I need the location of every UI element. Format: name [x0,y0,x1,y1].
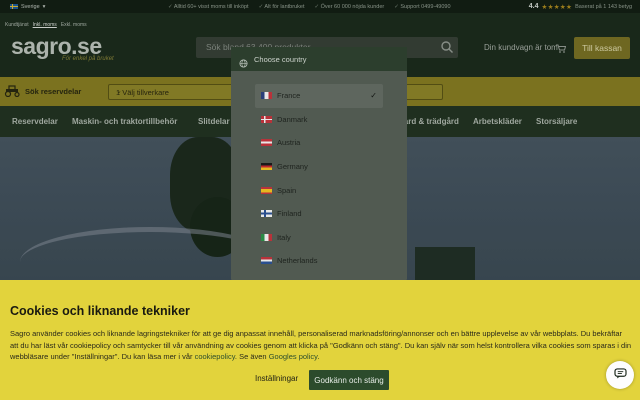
germany-flag-icon [261,163,272,171]
cookie-banner-title: Cookies och liknande tekniker [10,304,190,318]
country-option-germany[interactable]: Germany [255,155,383,179]
country-name: Spain [277,185,297,195]
cookie-settings-button[interactable]: Inställningar [255,374,298,383]
cookie-banner: Cookies och liknande tekniker Sagro anvä… [0,280,640,400]
check-icon: ✓ [370,91,377,101]
country-name: France [277,91,301,101]
country-option-netherlands[interactable]: Netherlands [255,249,383,273]
chat-button[interactable] [606,361,634,389]
cookie-text-part: . [317,352,320,361]
cookie-policy-link[interactable]: cookiepolicy [195,352,235,361]
country-dialog: Choose country France ✓ Danmark Austria … [231,47,407,280]
netherlands-flag-icon [261,257,272,265]
spain-flag-icon [261,186,272,194]
country-name: Italy [277,232,291,242]
austria-flag-icon [261,139,272,147]
country-dialog-header: Choose country [231,47,407,71]
country-option-france[interactable]: France ✓ [255,84,383,108]
country-name: Finland [277,209,302,219]
country-name: Danmark [277,114,308,124]
country-name: Austria [277,138,301,148]
google-policy-link[interactable]: Googles policy [269,352,318,361]
country-dialog-title: Choose country [254,54,307,64]
accept-cookies-button[interactable]: Godkänn och stäng [309,370,389,390]
cookie-text-part: . Se även [234,352,269,361]
cookie-text-part: Sagro använder cookies och liknande lagr… [10,329,632,361]
country-option-austria[interactable]: Austria [255,131,383,155]
italy-flag-icon [261,233,272,241]
country-option-italy[interactable]: Italy [255,226,383,250]
globe-icon [239,55,248,68]
country-name: Netherlands [277,256,318,266]
country-list: France ✓ Danmark Austria Germany Spain F… [255,84,383,273]
country-option-spain[interactable]: Spain [255,178,383,202]
country-option-finland[interactable]: Finland [255,202,383,226]
finland-flag-icon [261,210,272,218]
chat-icon [613,366,627,384]
cookie-banner-text: Sagro använder cookies och liknande lagr… [10,328,632,363]
denmark-flag-icon [261,115,272,123]
country-option-denmark[interactable]: Danmark [255,108,383,132]
france-flag-icon [261,92,272,100]
country-name: Germany [277,162,308,172]
